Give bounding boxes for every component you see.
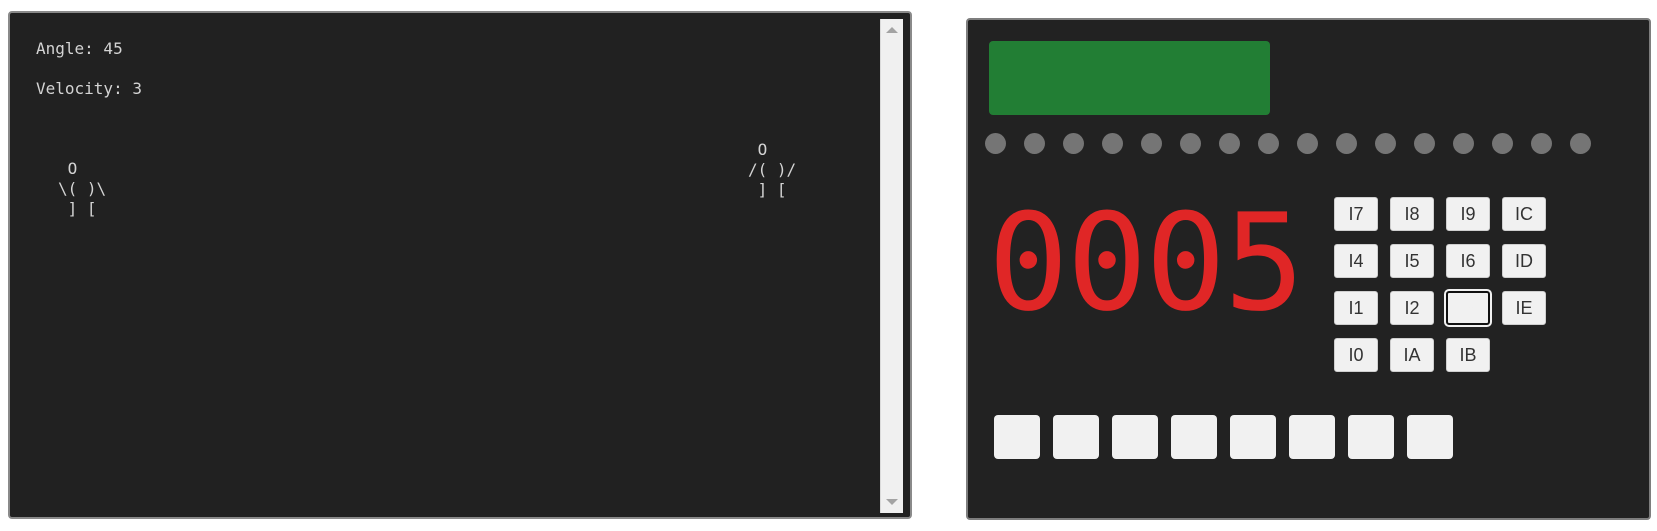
green-display: [989, 41, 1270, 115]
led-indicator: [1180, 133, 1201, 154]
led-indicator: [1453, 133, 1474, 154]
key-button[interactable]: IE: [1502, 291, 1546, 325]
terminal-scrollbar[interactable]: [880, 19, 903, 513]
square-button[interactable]: [994, 415, 1040, 459]
key-button[interactable]: ID: [1502, 244, 1546, 278]
led-indicator: [1570, 133, 1591, 154]
player-right-figure: O /( )/ ] [: [748, 140, 797, 199]
led-indicator: [1102, 133, 1123, 154]
counter-display: 0005: [988, 185, 1305, 341]
led-indicator: [1297, 133, 1318, 154]
led-indicator: [1336, 133, 1357, 154]
square-button[interactable]: [1053, 415, 1099, 459]
square-button[interactable]: [1289, 415, 1335, 459]
led-indicator: [1492, 133, 1513, 154]
key-button[interactable]: I1: [1334, 291, 1378, 325]
key-button[interactable]: I8: [1390, 197, 1434, 231]
led-indicator: [1219, 133, 1240, 154]
scroll-up-arrow-icon[interactable]: [886, 27, 898, 33]
led-indicator: [1414, 133, 1435, 154]
key-button[interactable]: IA: [1390, 338, 1434, 372]
key-button[interactable]: I6: [1446, 244, 1490, 278]
key-button[interactable]: I4: [1334, 244, 1378, 278]
key-button[interactable]: I5: [1390, 244, 1434, 278]
angle-readout: Angle: 45: [36, 39, 123, 58]
led-indicator: [1063, 133, 1084, 154]
led-indicator: [985, 133, 1006, 154]
terminal-panel: Angle: 45 Velocity: 3 O \( )\ ] [ O /( )…: [8, 11, 912, 519]
led-indicator: [1024, 133, 1045, 154]
key-button[interactable]: I2: [1390, 291, 1434, 325]
velocity-readout: Velocity: 3: [36, 79, 142, 98]
led-indicator: [1141, 133, 1162, 154]
square-button[interactable]: [1348, 415, 1394, 459]
key-button[interactable]: I9: [1446, 197, 1490, 231]
player-left-figure: O \( )\ ] [: [58, 159, 107, 218]
key-button[interactable]: IB: [1446, 338, 1490, 372]
led-indicator: [1258, 133, 1279, 154]
square-button[interactable]: [1112, 415, 1158, 459]
key-button[interactable]: IC: [1502, 197, 1546, 231]
scroll-down-arrow-icon[interactable]: [886, 499, 898, 505]
device-panel: 0005 I7 I8 I9 IC I4 I5 I6 ID I1 I2 I3 IE…: [966, 18, 1651, 520]
square-button[interactable]: [1230, 415, 1276, 459]
square-button[interactable]: [1407, 415, 1453, 459]
key-button[interactable]: I7: [1334, 197, 1378, 231]
key-button-selected[interactable]: I3: [1446, 291, 1490, 325]
square-button[interactable]: [1171, 415, 1217, 459]
led-indicator: [1531, 133, 1552, 154]
led-indicator: [1375, 133, 1396, 154]
key-button[interactable]: I0: [1334, 338, 1378, 372]
